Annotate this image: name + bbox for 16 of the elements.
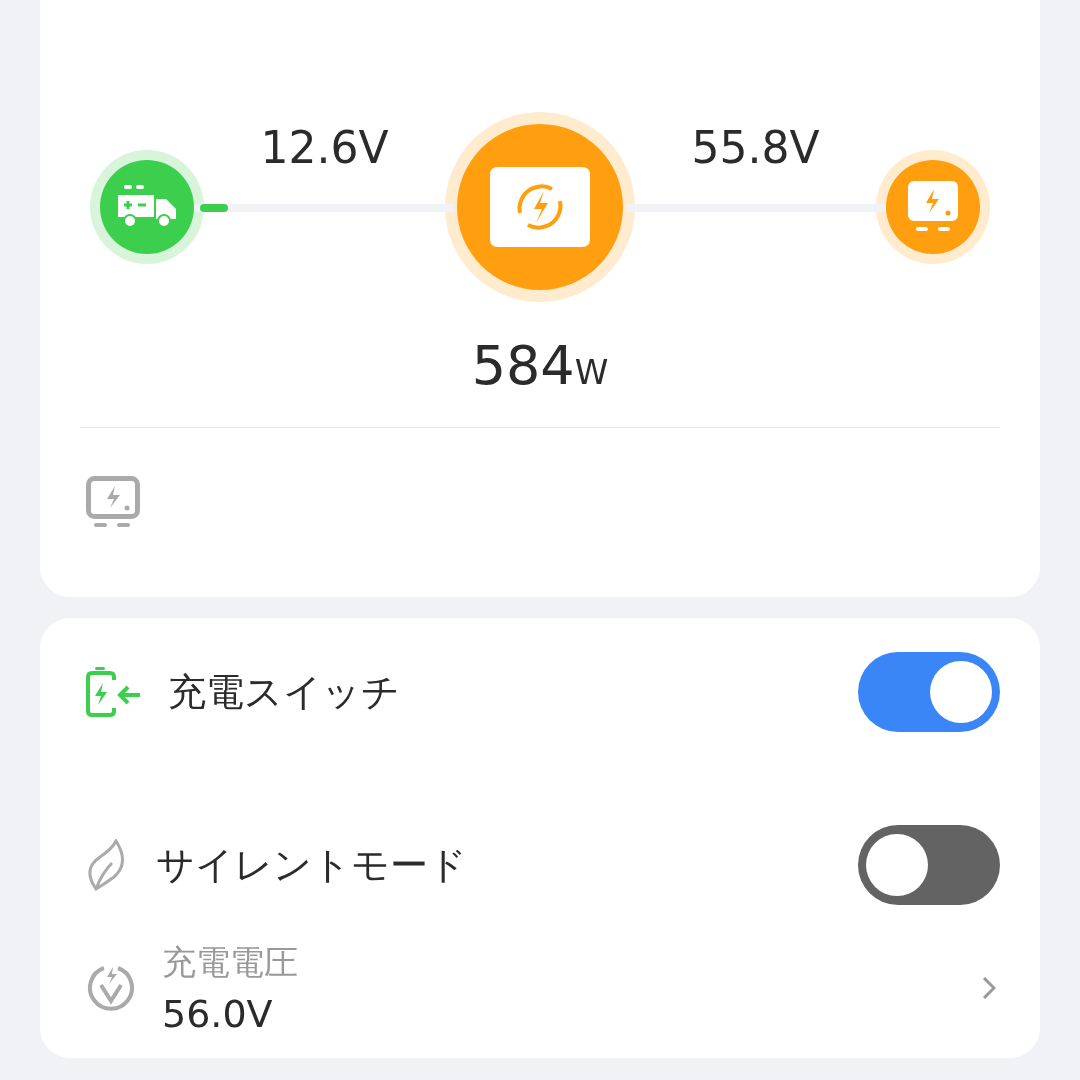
charger-icon <box>908 181 958 233</box>
voltage-reading: 55.8V <box>691 121 820 175</box>
setting-label: 充電電圧 <box>162 941 299 984</box>
power-unit: W <box>574 352 609 392</box>
voltage-reading: 12.6V <box>260 121 389 175</box>
charger-icon <box>86 476 140 528</box>
setting-label: 充電スイッチ <box>168 668 401 716</box>
device-node[interactable] <box>886 160 980 254</box>
device-node[interactable] <box>100 160 194 254</box>
power-value: 584 <box>471 334 575 397</box>
chevron-icon[interactable] <box>982 976 996 1000</box>
battery-charge-icon <box>86 667 142 717</box>
power-station-icon <box>490 167 590 247</box>
setting-label: サイレントモード <box>156 841 468 889</box>
truck-icon <box>116 185 178 229</box>
setting-value: 56.0V <box>162 992 274 1036</box>
